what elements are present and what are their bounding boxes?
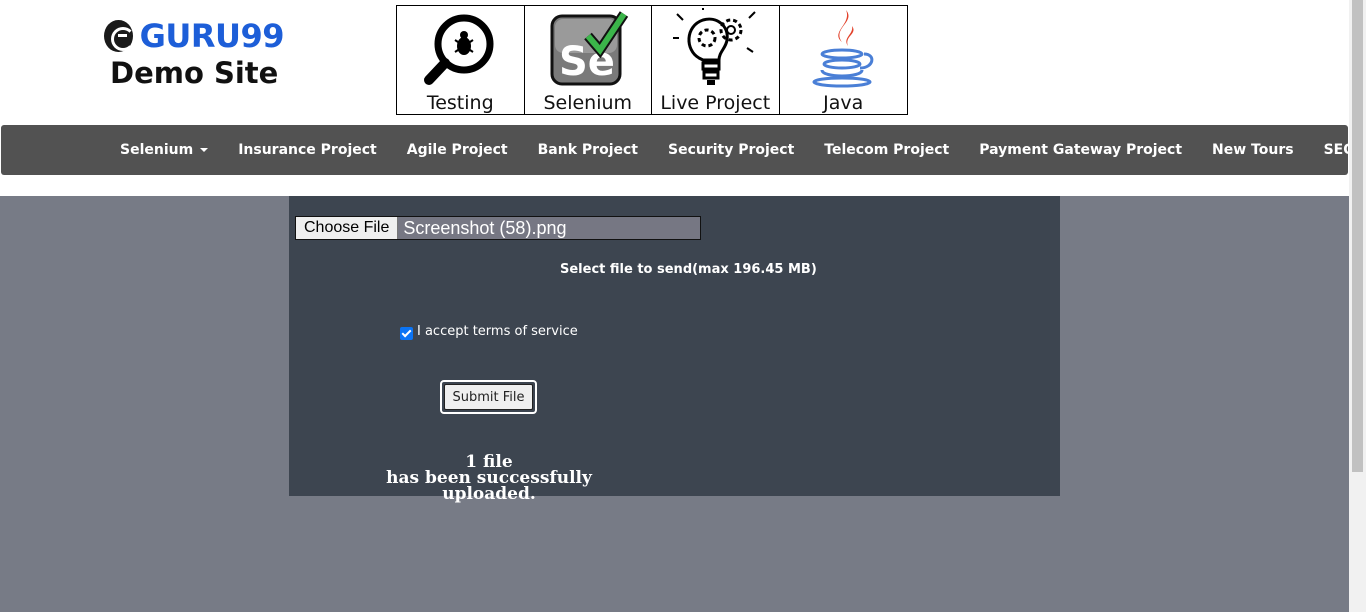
tile-java[interactable]: Java	[780, 6, 908, 114]
nav-label: Payment Gateway Project	[979, 142, 1183, 158]
upload-hint: Select file to send(max 196.45 MB)	[560, 262, 817, 277]
vertical-scrollbar[interactable]	[1349, 0, 1366, 612]
nav-bank-project[interactable]: Bank Project	[523, 142, 653, 158]
accept-terms-label[interactable]: I accept terms of service	[417, 324, 578, 339]
guru99-logo-icon	[104, 20, 135, 52]
selenium-check-icon: Se	[550, 11, 628, 86]
nav-agile-project[interactable]: Agile Project	[392, 142, 523, 158]
main-content: Choose File Screenshot (58).png Select f…	[0, 196, 1349, 612]
upload-panel: Choose File Screenshot (58).png Select f…	[289, 196, 1060, 503]
tile-label: Java	[823, 92, 864, 114]
nav-label: Insurance Project	[238, 142, 377, 158]
tile-live-project[interactable]: Live Project	[652, 6, 780, 114]
nav-label: Selenium	[120, 142, 194, 158]
tile-testing[interactable]: Testing	[397, 6, 525, 114]
file-upload-input[interactable]: Choose File Screenshot (58).png	[295, 216, 701, 240]
lightbulb-gears-icon	[673, 8, 756, 85]
submit-file-focus-ring: Submit File	[440, 380, 537, 414]
course-tiles: Testing Se Selenium Live Project Java	[396, 5, 908, 115]
site-logo[interactable]: GURU99 Demo Site	[104, 17, 285, 90]
nav-insurance-project[interactable]: Insurance Project	[223, 142, 392, 158]
tile-label: Selenium	[543, 92, 633, 114]
result-line-2: has been successfully uploaded.	[386, 468, 592, 504]
java-cup-icon	[812, 10, 874, 88]
nav-label: Agile Project	[406, 142, 508, 158]
nav-selenium[interactable]: Selenium	[105, 142, 223, 158]
accept-terms-checkbox[interactable]	[400, 327, 413, 340]
nav-new-tours[interactable]: New Tours	[1197, 142, 1309, 158]
magnifier-bug-icon	[424, 14, 494, 85]
caret-down-icon	[200, 148, 209, 152]
selected-file-name: Screenshot (58).png	[403, 217, 567, 238]
tile-selenium[interactable]: Se Selenium	[525, 6, 652, 114]
nav-label: New Tours	[1212, 142, 1294, 158]
nav-label: Bank Project	[537, 142, 638, 158]
submit-file-button[interactable]: Submit File	[444, 384, 533, 410]
main-navbar: Selenium Insurance Project Agile Project…	[1, 125, 1366, 175]
logo-name: GURU99	[139, 17, 285, 55]
nav-security-project[interactable]: Security Project	[653, 142, 809, 158]
logo-subtitle: Demo Site	[110, 56, 279, 90]
tile-label: Testing	[426, 92, 494, 114]
upload-result-message: 1 file has been successfully uploaded.	[344, 454, 634, 504]
nav-payment-gateway-project[interactable]: Payment Gateway Project	[964, 142, 1197, 158]
scrollbar-thumb[interactable]	[1352, 0, 1363, 472]
nav-label: Security Project	[667, 142, 795, 158]
tile-label: Live Project	[660, 92, 771, 114]
accept-terms-row: I accept terms of service	[400, 322, 578, 340]
nav-telecom-project[interactable]: Telecom Project	[809, 142, 964, 158]
choose-file-button[interactable]: Choose File	[296, 217, 399, 239]
nav-label: Telecom Project	[824, 142, 950, 158]
